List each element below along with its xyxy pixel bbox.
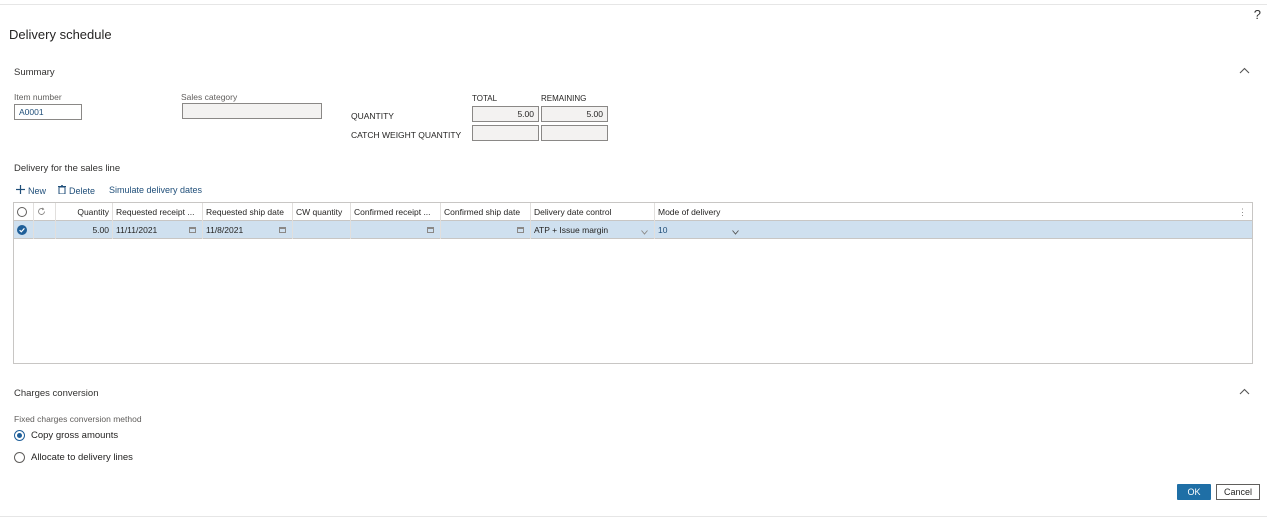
charges-collapse-chevron-icon[interactable]: [1239, 388, 1250, 395]
calendar-icon[interactable]: [427, 227, 434, 233]
sales-category-label: Sales category: [181, 92, 238, 102]
cell-requested-receipt-value: 11/11/2021: [116, 225, 158, 235]
chevron-down-icon[interactable]: [641, 227, 648, 237]
radio-unchecked-icon[interactable]: [14, 452, 25, 463]
row-selected-check-icon[interactable]: [17, 225, 27, 237]
calendar-icon[interactable]: [517, 227, 524, 233]
delivery-section-title: Delivery for the sales line: [14, 163, 121, 174]
cell-mode-of-delivery-value: 10: [658, 225, 668, 235]
cell-mode-of-delivery[interactable]: 10: [655, 221, 745, 239]
col-requested-receipt[interactable]: Requested receipt ...: [113, 203, 203, 221]
option-copy-gross-amounts[interactable]: Copy gross amounts: [14, 430, 118, 441]
charges-section-header[interactable]: Charges conversion: [14, 388, 99, 399]
cw-quantity-remaining-field: [541, 125, 608, 141]
option-label: Allocate to delivery lines: [31, 452, 133, 463]
row-select-cell[interactable]: [14, 221, 34, 239]
chevron-down-icon[interactable]: [732, 227, 739, 237]
quantity-remaining-field: 5.00: [541, 106, 608, 122]
cell-confirmed-receipt[interactable]: [351, 221, 441, 239]
ok-button[interactable]: OK: [1177, 484, 1211, 500]
quantity-label: QUANTITY: [351, 111, 394, 121]
cell-cw-quantity[interactable]: [293, 221, 351, 239]
summary-collapse-chevron-icon[interactable]: [1239, 67, 1250, 74]
col-mode-of-delivery[interactable]: Mode of delivery: [655, 203, 775, 221]
col-confirmed-receipt[interactable]: Confirmed receipt ...: [351, 203, 441, 221]
simulate-delivery-dates-button[interactable]: Simulate delivery dates: [109, 185, 202, 195]
cw-quantity-total-field: [472, 125, 539, 141]
top-divider: [0, 4, 1267, 5]
summary-section-header[interactable]: Summary: [14, 67, 55, 78]
row-spacer-cell: [34, 221, 56, 239]
cell-requested-ship[interactable]: 11/8/2021: [203, 221, 293, 239]
plus-icon: [16, 185, 25, 196]
cell-confirmed-ship[interactable]: [441, 221, 531, 239]
cell-delivery-date-control-value: ATP + Issue margin: [534, 225, 609, 235]
cell-quantity[interactable]: 5.00: [56, 221, 113, 239]
help-button[interactable]: ?: [1254, 7, 1261, 22]
cell-requested-receipt[interactable]: 11/11/2021: [113, 221, 203, 239]
select-all-cell[interactable]: [14, 203, 34, 221]
delivery-lines-grid: Quantity Requested receipt ... Requested…: [13, 202, 1253, 364]
radio-checked-icon[interactable]: [14, 430, 25, 441]
select-all-radio-icon[interactable]: [17, 207, 27, 217]
delete-button[interactable]: Delete: [58, 184, 96, 196]
refresh-column-cell[interactable]: [34, 203, 56, 221]
cancel-button[interactable]: Cancel: [1216, 484, 1260, 500]
new-button-label: New: [28, 185, 47, 196]
quantity-total-field: 5.00: [472, 106, 539, 122]
col-cw-quantity[interactable]: CW quantity: [293, 203, 351, 221]
grid-header-row: Quantity Requested receipt ... Requested…: [14, 203, 1252, 221]
col-delivery-date-control[interactable]: Delivery date control: [531, 203, 655, 221]
charges-method-label: Fixed charges conversion method: [14, 414, 142, 424]
refresh-icon[interactable]: [37, 207, 46, 218]
calendar-icon[interactable]: [189, 227, 196, 233]
col-quantity[interactable]: Quantity: [56, 203, 113, 221]
option-label: Copy gross amounts: [31, 430, 119, 441]
dialog-title: Delivery schedule: [9, 27, 112, 42]
option-allocate-to-delivery-lines[interactable]: Allocate to delivery lines: [14, 452, 133, 463]
table-row[interactable]: 5.00 11/11/2021 11/8/2021 ATP + Issue ma…: [14, 221, 1252, 239]
cell-requested-ship-value: 11/8/2021: [206, 225, 244, 235]
sales-category-field[interactable]: [182, 103, 322, 119]
calendar-icon[interactable]: [279, 227, 286, 233]
column-options-icon[interactable]: ⋮: [1238, 207, 1247, 218]
item-number-field[interactable]: A0001: [14, 104, 82, 120]
total-header: TOTAL: [472, 94, 498, 103]
trash-icon: [58, 184, 66, 196]
delete-button-label: Delete: [69, 185, 96, 196]
cw-quantity-label: CATCH WEIGHT QUANTITY: [351, 130, 462, 140]
col-requested-ship-date[interactable]: Requested ship date: [203, 203, 293, 221]
col-confirmed-ship-date[interactable]: Confirmed ship date: [441, 203, 531, 221]
cell-delivery-date-control[interactable]: ATP + Issue margin: [531, 221, 655, 239]
item-number-label: Item number: [14, 92, 62, 102]
new-button[interactable]: New: [16, 185, 46, 196]
bottom-divider: [0, 516, 1267, 517]
remaining-header: REMAINING: [541, 94, 587, 103]
